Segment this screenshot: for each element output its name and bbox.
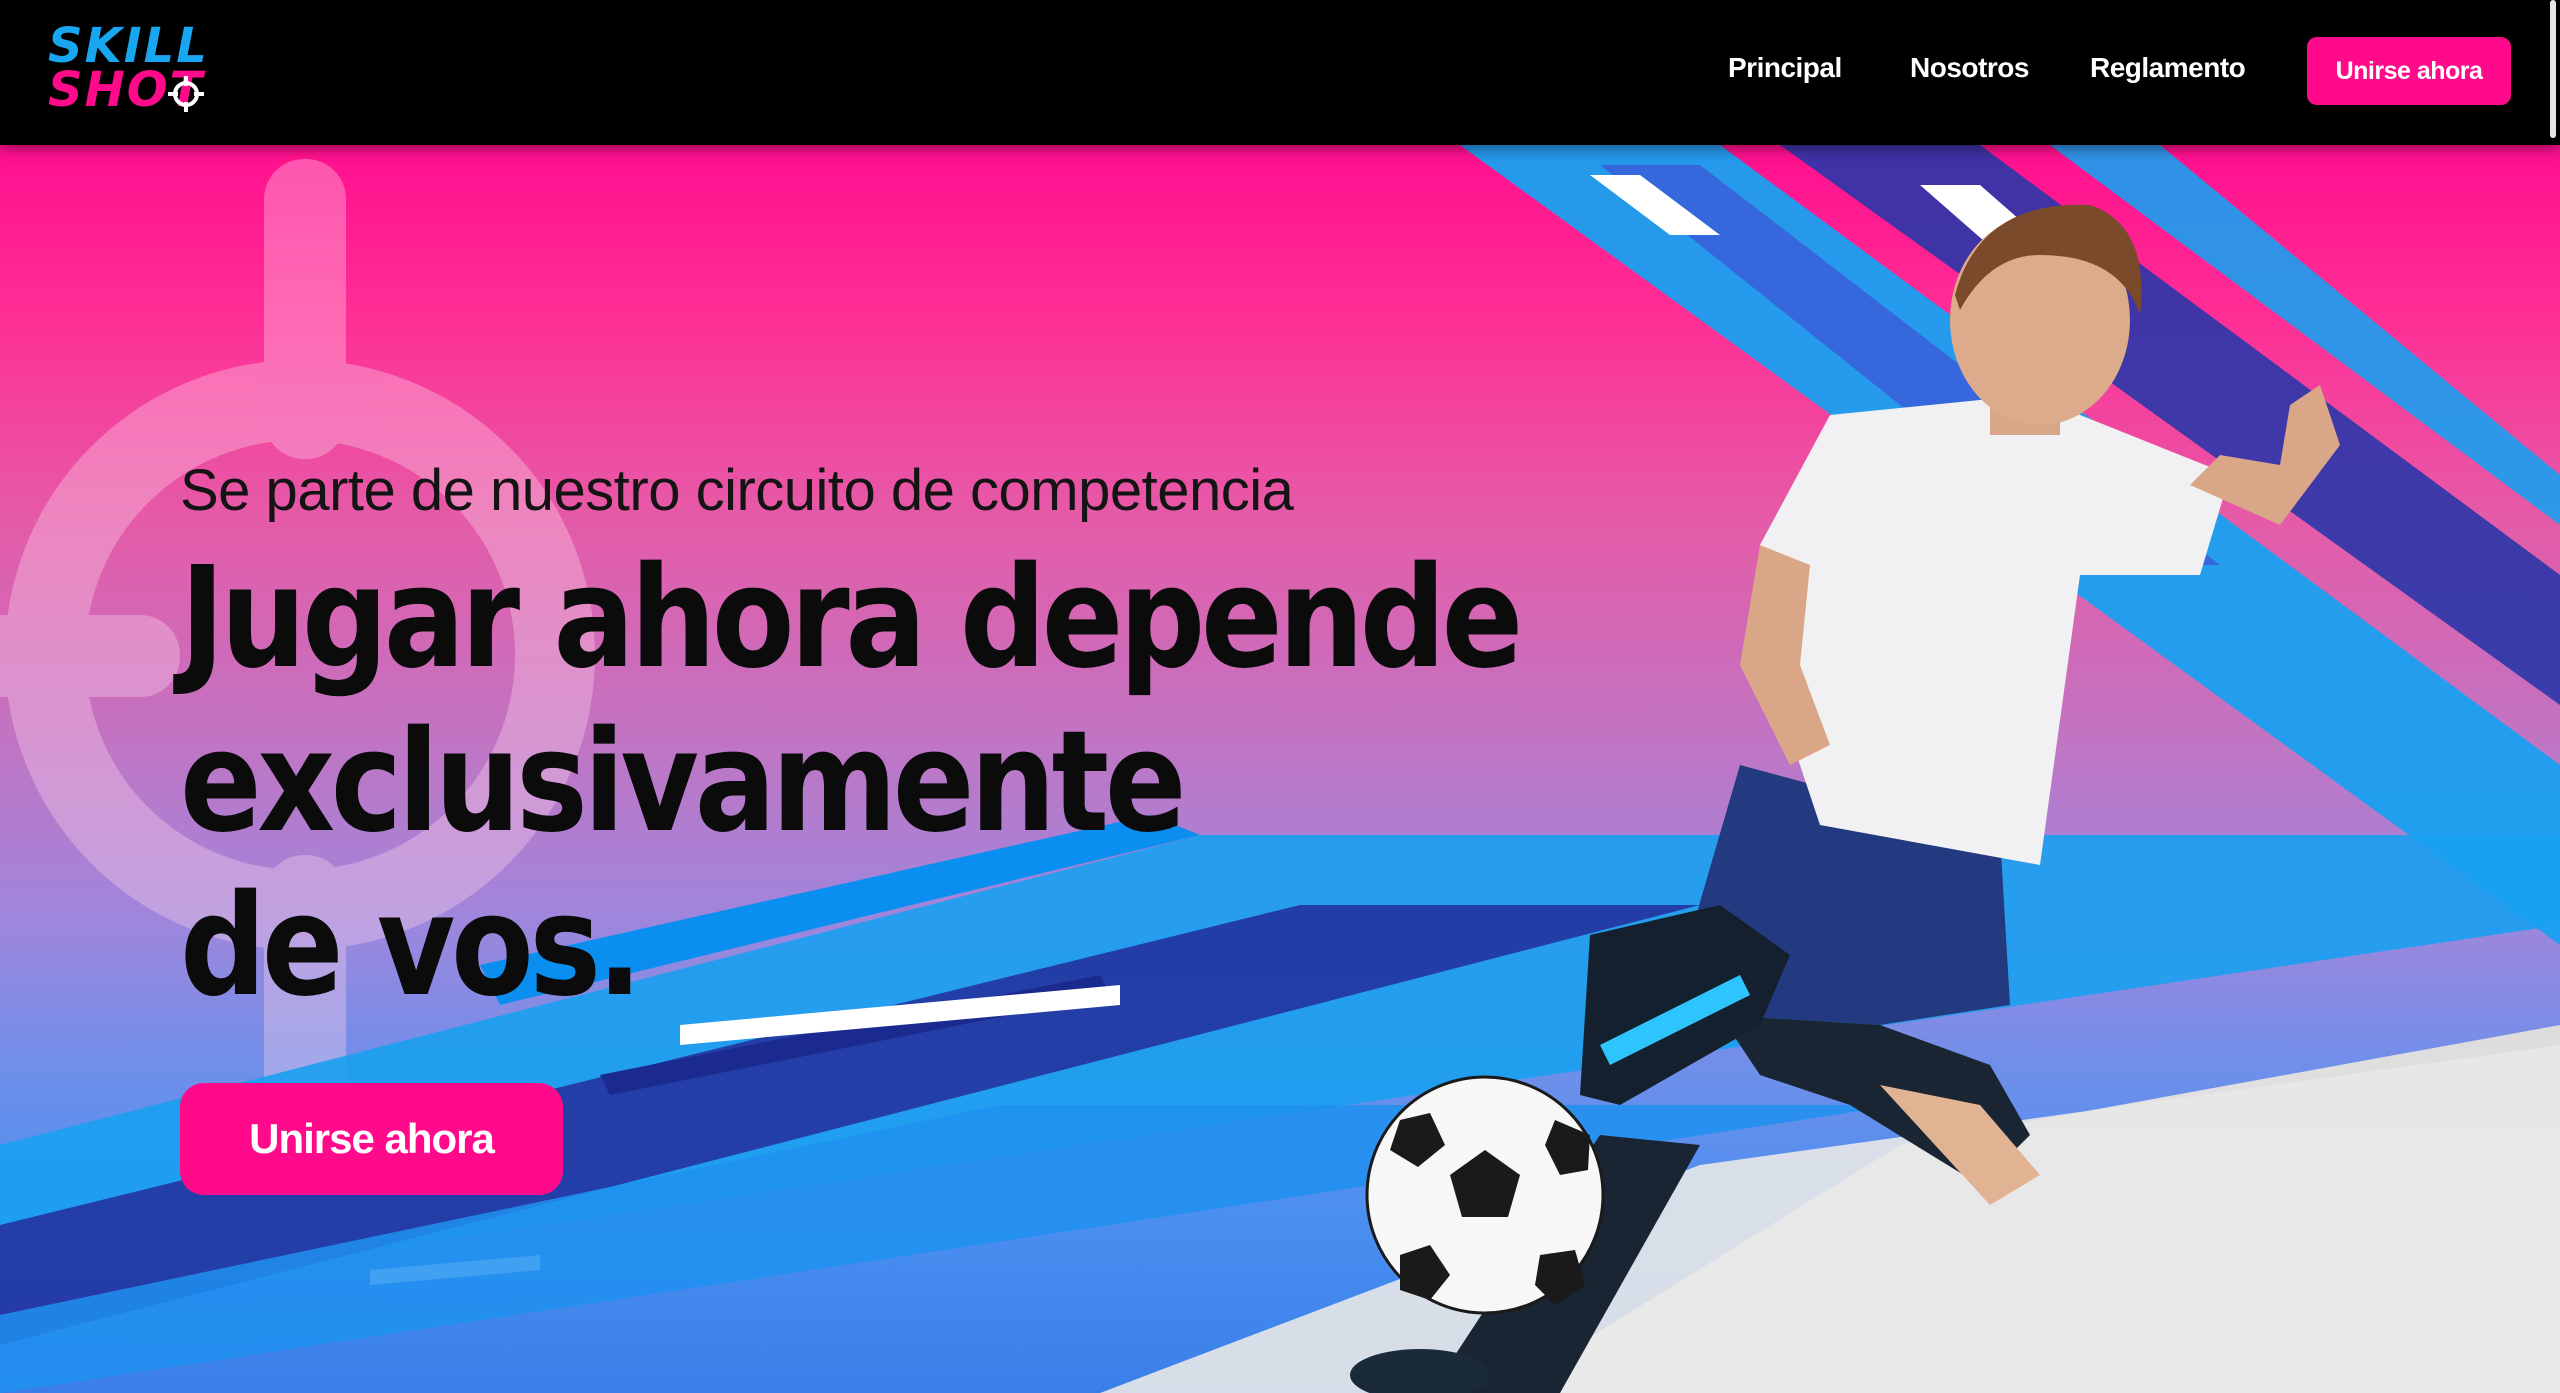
nav-nosotros[interactable]: Nosotros (1910, 52, 2029, 84)
crosshair-icon (168, 76, 204, 112)
hero-headline: Jugar ahora depende exclusivamente de vo… (180, 537, 1523, 1029)
logo-line-2: SHOT (48, 66, 238, 114)
hero-headline-line-3: de vos. (180, 865, 643, 1028)
header-join-button[interactable]: Unirse ahora (2307, 37, 2511, 105)
nav-reglamento[interactable]: Reglamento (2090, 52, 2246, 84)
site-header: SKILL SHOT Principal Nosotros Reglamento… (0, 0, 2560, 145)
scrollbar[interactable] (2550, 0, 2556, 138)
page: SKILL SHOT Principal Nosotros Reglamento… (0, 0, 2560, 1393)
hero-subtitle: Se parte de nuestro circuito de competen… (180, 458, 1294, 523)
hero-section: Se parte de nuestro circuito de competen… (0, 145, 2560, 1393)
hero-headline-line-2: exclusivamente (180, 701, 1186, 864)
nav-principal[interactable]: Principal (1728, 52, 1842, 84)
hero-headline-line-1: Jugar ahora depende (180, 537, 1523, 700)
hero-join-button[interactable]: Unirse ahora (180, 1083, 563, 1195)
skillshot-logo[interactable]: SKILL SHOT (48, 22, 238, 116)
soccer-ball-image (1365, 1075, 1605, 1315)
